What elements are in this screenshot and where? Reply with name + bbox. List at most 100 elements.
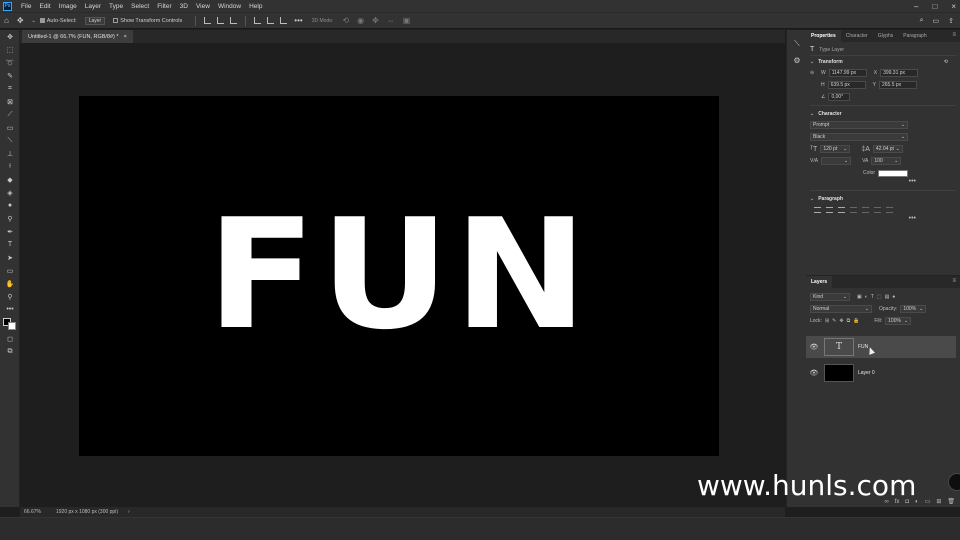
zoom-level[interactable]: 66.67% — [20, 509, 50, 515]
search-icon[interactable]: ⌕ — [920, 17, 924, 25]
paragraph-section-header[interactable]: ⌄ Paragraph — [810, 193, 956, 204]
brush-tool-icon[interactable]: ⟍ — [0, 134, 20, 147]
filter-adjust-icon[interactable]: ◐ — [865, 294, 868, 300]
tab-layers[interactable]: Layers — [806, 276, 833, 288]
tracking-select[interactable]: 100 ⌄ — [871, 157, 902, 165]
more-options-icon[interactable]: ••• — [810, 215, 956, 225]
menu-layer[interactable]: Layer — [85, 3, 101, 10]
filter-pixel-icon[interactable]: ▣ — [857, 294, 862, 300]
menu-help[interactable]: Help — [249, 3, 262, 10]
move-tool-icon[interactable]: ✥ — [0, 30, 20, 43]
background-color[interactable] — [8, 322, 16, 330]
filter-toggle-icon[interactable]: ● — [892, 294, 895, 300]
close-icon[interactable]: × — [951, 2, 956, 11]
move-tool-icon[interactable]: ✥ — [17, 16, 24, 25]
brush-settings-icon[interactable]: ⟍ — [787, 36, 807, 52]
link-icon[interactable]: ⊖ — [810, 70, 818, 76]
pen-tool-icon[interactable]: ✒ — [0, 225, 20, 238]
align-center-icon[interactable] — [217, 17, 225, 24]
lock-image-icon[interactable]: ✎ — [832, 318, 836, 324]
lasso-tool-icon[interactable]: ➰ — [0, 56, 20, 69]
layer-thumbnail[interactable] — [824, 364, 854, 382]
align-right-icon[interactable] — [838, 207, 845, 213]
x-field[interactable]: 399.31 px — [880, 69, 919, 77]
menu-edit[interactable]: Edit — [39, 3, 50, 10]
close-icon[interactable]: × — [124, 34, 127, 40]
3d-pan-icon[interactable]: ✥ — [372, 16, 379, 25]
filter-kind-select[interactable]: Kind ⌄ — [810, 293, 850, 301]
minimize-icon[interactable]: – — [914, 2, 918, 11]
justify-left-icon[interactable] — [850, 207, 857, 213]
font-size-select[interactable]: 120 pt ⌄ — [820, 145, 851, 153]
eraser-tool-icon[interactable]: ◆ — [0, 173, 20, 186]
leading-select[interactable]: 42.04 pt ⌄ — [872, 145, 903, 153]
angle-field[interactable]: 0,00° — [828, 93, 851, 101]
auto-select-checkbox[interactable]: Auto-Select: — [39, 18, 77, 24]
kerning-select[interactable]: ⌄ — [821, 157, 852, 165]
blend-mode-select[interactable]: Normal ⌄ — [810, 305, 872, 313]
visibility-eye-icon[interactable]: 👁 — [806, 369, 822, 377]
quick-select-tool-icon[interactable]: ✎ — [0, 69, 20, 82]
menu-type[interactable]: Type — [109, 3, 123, 10]
group-icon[interactable]: ▭ — [925, 498, 931, 505]
align-left-icon[interactable] — [814, 207, 821, 213]
3d-roll-icon[interactable]: ◉ — [357, 16, 364, 25]
layer-row-fun[interactable]: 👁 T FUN — [806, 336, 956, 358]
y-field[interactable]: 265.5 px — [878, 81, 917, 89]
font-style-select[interactable]: Black ⌄ — [810, 133, 908, 141]
transform-section-header[interactable]: ⌄ Transform ⟲ — [810, 56, 956, 67]
menu-filter[interactable]: Filter — [157, 3, 171, 10]
menu-image[interactable]: Image — [59, 3, 77, 10]
opacity-select[interactable]: 100% ⌄ — [900, 305, 927, 313]
menu-file[interactable]: File — [21, 3, 31, 10]
crop-tool-icon[interactable]: ⌗ — [0, 82, 20, 95]
reset-icon[interactable]: ⟲ — [944, 59, 948, 65]
lock-position-icon[interactable]: ✥ — [839, 318, 843, 324]
justify-center-icon[interactable] — [862, 207, 869, 213]
fill-select[interactable]: 100% ⌄ — [885, 317, 912, 325]
character-section-header[interactable]: ⌄ Character — [810, 108, 956, 119]
filter-type-icon[interactable]: T — [871, 294, 874, 300]
dodge-tool-icon[interactable]: ⚲ — [0, 212, 20, 225]
3d-orbit-icon[interactable]: ⟲ — [342, 16, 349, 25]
canvas-workspace[interactable]: FUN — [20, 43, 785, 507]
new-layer-icon[interactable]: ⊞ — [936, 498, 941, 505]
justify-all-icon[interactable] — [886, 207, 893, 213]
align-right-icon[interactable] — [230, 17, 238, 24]
document-tab[interactable]: Untitled-1 @ 66.7% (FUN, RGB/8#) * × — [22, 30, 133, 43]
marquee-tool-icon[interactable]: ⬚ — [0, 43, 20, 56]
document-canvas[interactable]: FUN — [79, 96, 719, 456]
panel-menu-icon[interactable]: ≡ — [952, 32, 956, 38]
tab-properties[interactable]: Properties — [806, 30, 841, 42]
lock-transparent-icon[interactable]: ⊞ — [825, 318, 829, 324]
layer-row-layer-0[interactable]: 👁 Layer 0 — [806, 362, 956, 384]
filter-smart-icon[interactable]: ▤ — [885, 294, 890, 300]
eyedropper-tool-icon[interactable]: ⟋ — [0, 108, 20, 121]
lock-all-icon[interactable]: 🔒 — [853, 318, 859, 324]
tab-glyphs[interactable]: Glyphs — [873, 30, 899, 42]
color-swatches[interactable] — [0, 316, 20, 332]
height-field[interactable]: 639.5 px — [827, 81, 866, 89]
maximize-icon[interactable]: □ — [932, 2, 937, 11]
tool-presets-icon[interactable]: ⚙ — [787, 52, 807, 68]
align-left-icon[interactable] — [204, 17, 212, 24]
font-family-select[interactable]: Prompt ⌄ — [810, 121, 908, 129]
align-center-icon[interactable] — [826, 207, 833, 213]
auto-select-target-select[interactable]: Layer — [84, 16, 106, 25]
menu-select[interactable]: Select — [131, 3, 149, 10]
healing-tool-icon[interactable]: ▭ — [0, 121, 20, 134]
home-icon[interactable]: ⌂ — [4, 16, 9, 25]
3d-scale-icon[interactable]: ▣ — [403, 16, 411, 25]
path-select-tool-icon[interactable]: ➤ — [0, 251, 20, 264]
delete-layer-icon[interactable]: 🗑 — [947, 498, 955, 505]
tab-character[interactable]: Character — [841, 30, 873, 42]
align-bottom-icon[interactable] — [280, 17, 288, 24]
history-brush-icon[interactable]: ⟊ — [0, 160, 20, 173]
blur-tool-icon[interactable]: ● — [0, 199, 20, 212]
status-menu-arrow[interactable]: › — [128, 509, 130, 515]
text-layer-thumbnail[interactable]: T — [824, 338, 854, 356]
shape-tool-icon[interactable]: ▭ — [0, 264, 20, 277]
more-options-icon[interactable]: ••• — [810, 178, 956, 188]
justify-right-icon[interactable] — [874, 207, 881, 213]
frame-tool-icon[interactable]: ⊠ — [0, 95, 20, 108]
